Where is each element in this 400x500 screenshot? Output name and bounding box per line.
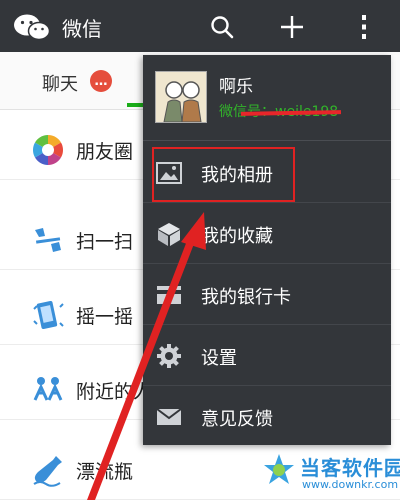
feedback-icon [156, 408, 182, 425]
annotation-highlight-box [152, 147, 295, 202]
watermark-url: www.downkr.com [302, 478, 399, 491]
list-item-label: 扫一扫 [76, 231, 134, 253]
avatar-cartoon-icon [156, 72, 206, 122]
app-title: 微信 [62, 17, 102, 41]
user-name: 啊乐 [219, 77, 253, 97]
menu-item-bank-card[interactable]: 我的银行卡 [143, 264, 391, 325]
drift-bottle-icon [33, 456, 62, 487]
menu-item-label: 设置 [201, 348, 237, 369]
list-item-label: 漂流瓶 [76, 461, 134, 483]
unread-badge: … [90, 70, 112, 92]
list-item-label: 摇一摇 [76, 306, 134, 328]
top-action-bar: 微信 [0, 0, 400, 52]
list-item-label: 朋友圈 [76, 141, 134, 163]
add-button[interactable] [275, 10, 309, 44]
avatar [155, 71, 207, 123]
watermark-logo-icon [264, 454, 294, 484]
menu-profile-header[interactable]: 啊乐 微信号：weile198 [143, 55, 391, 141]
bank-card-icon [157, 286, 181, 304]
more-options-button[interactable] [347, 10, 381, 44]
favorites-icon [158, 223, 180, 246]
menu-item-settings[interactable]: 设置 [143, 325, 391, 386]
moments-icon [32, 135, 64, 165]
watermark: 当客软件园 www.downkr.com [258, 448, 400, 498]
search-icon [211, 16, 234, 39]
menu-item-label: 意见反馈 [201, 409, 273, 430]
more-icon [362, 15, 366, 39]
menu-item-favorites[interactable]: 我的收藏 [143, 203, 391, 264]
search-button[interactable] [205, 10, 239, 44]
overflow-menu: 啊乐 微信号：weile198 我的相册 我的收藏 [143, 55, 391, 445]
menu-item-feedback[interactable]: 意见反馈 [143, 386, 391, 447]
people-nearby-icon [33, 377, 63, 401]
menu-item-label: 我的银行卡 [201, 287, 291, 308]
list-item-label: 附近的人 [76, 381, 153, 403]
plus-icon [281, 16, 303, 38]
settings-icon [157, 344, 181, 368]
wechat-logo-icon [14, 14, 51, 41]
watermark-title: 当客软件园 [300, 456, 400, 480]
scan-icon [35, 228, 61, 252]
menu-item-label: 我的收藏 [201, 226, 273, 247]
shake-icon [33, 300, 64, 330]
tab-chat[interactable]: 聊天 [42, 70, 78, 96]
